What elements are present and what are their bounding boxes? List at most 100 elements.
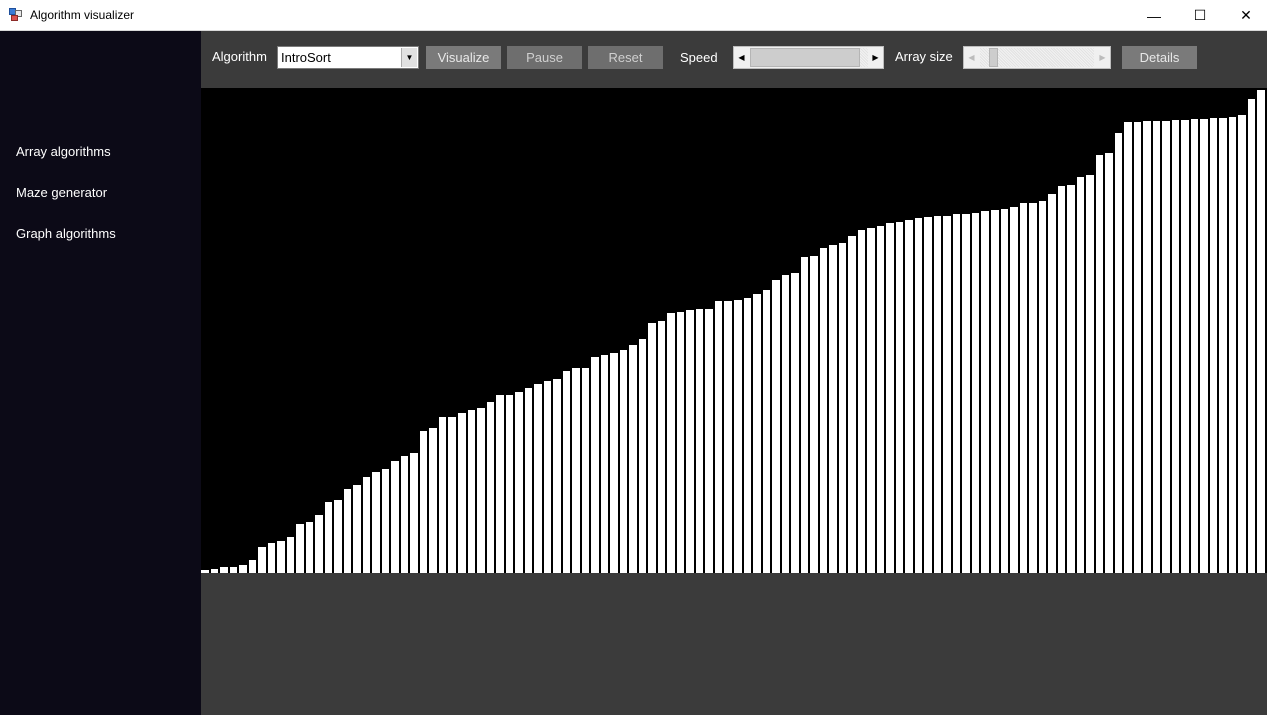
array-bar [820,248,827,573]
array-bar [315,515,323,573]
algorithm-select-value: IntroSort [281,50,331,65]
algorithm-label: Algorithm [212,49,267,64]
reset-button[interactable]: Reset [588,46,663,69]
array-bar [1172,120,1179,573]
array-bar [734,300,742,573]
sidebar-item-maze-generator[interactable]: Maze generator [16,185,107,200]
maximize-icon: ☐ [1193,7,1207,23]
array-bar [696,309,703,573]
array-bar [306,522,313,573]
array-bar [1048,194,1056,573]
sidebar-item-graph-algorithms[interactable]: Graph algorithms [16,226,116,241]
array-bar [382,469,389,573]
array-bar [439,417,446,573]
array-bar [1229,117,1236,573]
speed-scroll-thumb[interactable] [750,48,860,67]
array-bar [334,500,342,573]
array-bar [372,472,380,573]
array-bar [1105,153,1113,573]
array-bar [1001,209,1008,573]
scroll-left-icon[interactable]: ◀ [964,47,979,68]
array-bar [924,217,932,573]
array-bar [249,560,256,573]
array-bar [629,345,637,573]
array-bar [1143,121,1151,573]
scroll-right-icon[interactable]: ▶ [1095,47,1110,68]
array-bar [648,323,656,573]
array-bar [1039,201,1046,573]
array-bar [1219,118,1227,573]
chevron-down-icon[interactable]: ▼ [401,48,417,67]
array-bar [1181,120,1189,573]
array-bar [753,294,761,573]
array-bar [1162,121,1170,573]
array-bar [801,257,808,573]
array-bar [991,210,999,573]
array-bar [962,214,970,573]
speed-scrollbar[interactable]: ◀ ▶ [733,46,884,69]
visualize-button[interactable]: Visualize [426,46,501,69]
minimize-button[interactable]: — [1131,0,1177,31]
scroll-left-icon[interactable]: ◀ [734,47,749,68]
array-bar [448,417,456,573]
array-bar [677,312,684,573]
array-bar [401,456,408,573]
array-bar [591,357,599,573]
array-bar [877,226,884,573]
array-bar [848,236,856,573]
array-bar [1153,121,1160,573]
array-bar [553,379,561,573]
array-bar [1257,90,1265,573]
scroll-right-icon[interactable]: ▶ [868,47,883,68]
pause-button[interactable]: Pause [507,46,582,69]
details-button[interactable]: Details [1122,46,1197,69]
array-bar [715,301,722,573]
array-bar [1210,118,1217,573]
array-bar [1020,203,1027,573]
array-bar [1191,119,1198,573]
array-bar [839,243,846,573]
array-bar [867,228,875,573]
array-bar [1058,186,1065,573]
array-bar [572,368,580,573]
maximize-button[interactable]: ☐ [1177,0,1223,31]
array-bar [344,489,351,573]
array-bar [287,537,294,573]
array-bar [563,371,570,573]
array-bar [325,502,332,573]
array-size-scrollbar[interactable]: ◀ ▶ [963,46,1111,69]
array-bar [896,222,903,573]
array-bar [934,216,941,573]
close-button[interactable]: ✕ [1223,0,1267,31]
array-bar [886,223,894,573]
array-bar [534,384,542,573]
array-bar [1238,115,1246,573]
speed-scroll-track[interactable] [860,48,868,67]
array-bar [620,350,627,573]
array-bar [420,431,427,573]
array-bar [1077,177,1084,573]
array-bar [410,453,418,573]
array-bar [972,213,979,573]
array-bar [705,309,713,573]
array-bar [477,408,485,573]
array-bar [667,313,675,573]
array-bar [1124,122,1132,573]
array-bar [744,298,751,573]
sidebar-item-array-algorithms[interactable]: Array algorithms [16,144,111,159]
algorithm-select[interactable]: IntroSort ▼ [277,46,419,69]
window-title: Algorithm visualizer [30,8,135,22]
array-bar [724,301,732,573]
array-bar [791,273,799,573]
array-bar [525,388,532,573]
array-bar [1115,133,1122,573]
visualization-canvas [201,88,1267,573]
array-bar [610,353,618,573]
array-bar [458,413,466,573]
array-bar [915,218,922,573]
array-size-scroll-thumb[interactable] [989,48,998,67]
array-bar [496,395,504,573]
array-bar [296,524,304,573]
title-bar: Algorithm visualizer — ☐ ✕ [0,0,1267,31]
array-bar [1096,155,1103,573]
